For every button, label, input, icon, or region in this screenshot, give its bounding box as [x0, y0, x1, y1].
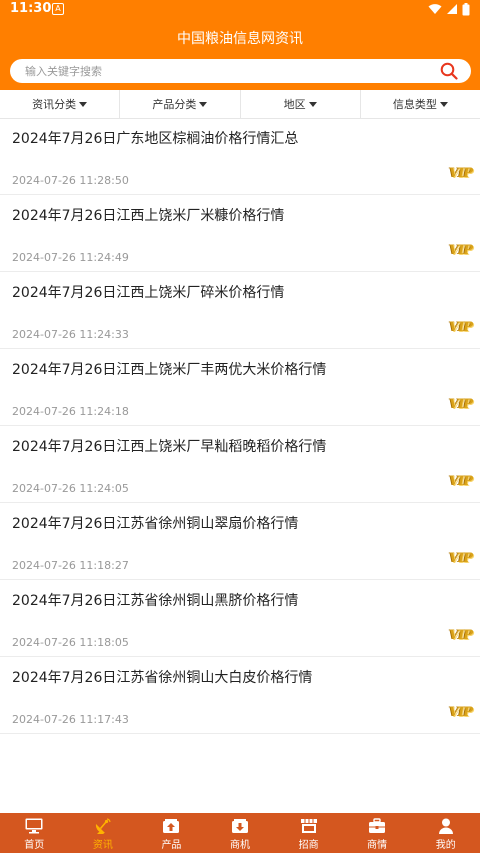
filter-product[interactable]: 产品分类 — [120, 90, 241, 118]
tab-profile[interactable]: 我的 — [411, 813, 480, 853]
item-date: 2024-07-26 11:24:33 — [12, 328, 129, 341]
filter-label: 信息类型 — [392, 98, 437, 111]
monitor-icon — [25, 818, 43, 834]
briefcase-icon — [369, 818, 386, 833]
list-item[interactable]: 2024年7月26日江苏省徐州铜山翠扇价格行情 2024-07-26 11:18… — [0, 503, 480, 580]
tab-label: 首页 — [24, 840, 45, 851]
vip-badge: VIP — [449, 551, 473, 566]
item-date: 2024-07-26 11:17:43 — [12, 713, 129, 726]
item-date: 2024-07-26 11:24:05 — [12, 482, 129, 495]
storefront-icon — [300, 819, 317, 833]
caret-down-icon — [79, 101, 88, 107]
tab-home[interactable]: 首页 — [0, 813, 69, 853]
item-date: 2024-07-26 11:24:49 — [12, 251, 129, 264]
status-bar: 11:30 A — [0, 0, 480, 19]
status-time: 11:30 — [10, 1, 52, 16]
tab-label: 产品 — [161, 840, 182, 851]
list-item[interactable]: 2024年7月26日江西上饶米厂碎米价格行情 2024-07-26 11:24:… — [0, 272, 480, 349]
caret-down-icon — [439, 101, 448, 107]
item-title: 2024年7月26日江西上饶米厂早籼稻晚稻价格行情 — [12, 439, 327, 455]
user-icon — [438, 818, 453, 834]
wifi-icon — [428, 4, 442, 14]
item-date: 2024-07-26 11:18:05 — [12, 636, 129, 649]
vip-badge: VIP — [449, 628, 473, 643]
page-title: 中国粮油信息网资讯 — [0, 19, 480, 59]
item-title: 2024年7月26日江苏省徐州铜山翠扇价格行情 — [12, 516, 299, 532]
filter-info-type[interactable]: 信息类型 — [361, 90, 480, 118]
vip-badge: VIP — [449, 320, 473, 335]
filter-label: 产品分类 — [152, 98, 197, 111]
tab-products[interactable]: 产品 — [137, 813, 206, 853]
caret-down-icon — [199, 101, 208, 107]
filter-category[interactable]: 资讯分类 — [0, 90, 121, 118]
satellite-dish-icon — [95, 818, 111, 834]
item-title: 2024年7月26日江西上饶米厂碎米价格行情 — [12, 285, 285, 301]
search-box[interactable] — [10, 59, 471, 83]
list-item[interactable]: 2024年7月26日江西上饶米厂米糠价格行情 2024-07-26 11:24:… — [0, 195, 480, 272]
search-bar — [0, 59, 480, 90]
tab-label: 我的 — [435, 840, 456, 851]
vip-badge: VIP — [449, 474, 473, 489]
tab-opportunities[interactable]: 商机 — [206, 813, 275, 853]
download-box-icon — [232, 819, 249, 833]
item-title: 2024年7月26日江苏省徐州铜山大白皮价格行情 — [12, 670, 313, 686]
upload-box-icon — [163, 819, 180, 833]
search-input[interactable] — [25, 59, 425, 83]
notification-icon: A — [52, 3, 64, 15]
tab-label: 商情 — [367, 840, 388, 851]
item-title: 2024年7月26日江西上饶米厂米糠价格行情 — [12, 208, 285, 224]
news-list: 2024年7月26日广东地区棕榈油价格行情汇总 2024-07-26 11:28… — [0, 118, 480, 734]
filter-region[interactable]: 地区 — [241, 90, 361, 118]
vip-badge: VIP — [449, 705, 473, 720]
item-title: 2024年7月26日江苏省徐州铜山黑脐价格行情 — [12, 593, 299, 609]
item-title: 2024年7月26日广东地区棕榈油价格行情汇总 — [12, 131, 299, 147]
filter-label: 地区 — [283, 98, 306, 111]
list-item[interactable]: 2024年7月26日江苏省徐州铜山大白皮价格行情 2024-07-26 11:1… — [0, 657, 480, 734]
item-title: 2024年7月26日江西上饶米厂丰两优大米价格行情 — [12, 362, 327, 378]
item-date: 2024-07-26 11:18:27 — [12, 559, 129, 572]
item-date: 2024-07-26 11:28:50 — [12, 174, 129, 187]
vip-badge: VIP — [449, 166, 473, 181]
filter-bar: 资讯分类 产品分类 地区 信息类型 — [0, 90, 480, 119]
battery-icon — [462, 2, 470, 15]
signal-icon — [447, 4, 457, 14]
status-icons — [428, 2, 470, 16]
vip-badge: VIP — [449, 397, 473, 412]
tab-label: 资讯 — [92, 840, 113, 851]
list-item[interactable]: 2024年7月26日江西上饶米厂早籼稻晚稻价格行情 2024-07-26 11:… — [0, 426, 480, 503]
tab-investment[interactable]: 招商 — [274, 813, 343, 853]
vip-badge: VIP — [449, 243, 473, 258]
list-item[interactable]: 2024年7月26日江西上饶米厂丰两优大米价格行情 2024-07-26 11:… — [0, 349, 480, 426]
search-icon[interactable] — [440, 62, 458, 80]
tab-news[interactable]: 资讯 — [69, 813, 138, 853]
caret-down-icon — [308, 101, 317, 107]
list-item[interactable]: 2024年7月26日江苏省徐州铜山黑脐价格行情 2024-07-26 11:18… — [0, 580, 480, 657]
item-date: 2024-07-26 11:24:18 — [12, 405, 129, 418]
list-item[interactable]: 2024年7月26日广东地区棕榈油价格行情汇总 2024-07-26 11:28… — [0, 118, 480, 195]
tab-label: 商机 — [230, 840, 251, 851]
tab-business-info[interactable]: 商情 — [343, 813, 412, 853]
bottom-tab-bar: 首页 资讯 产品 商机 招商 商情 我的 — [0, 813, 480, 853]
filter-label: 资讯分类 — [32, 98, 77, 111]
tab-label: 招商 — [298, 840, 319, 851]
